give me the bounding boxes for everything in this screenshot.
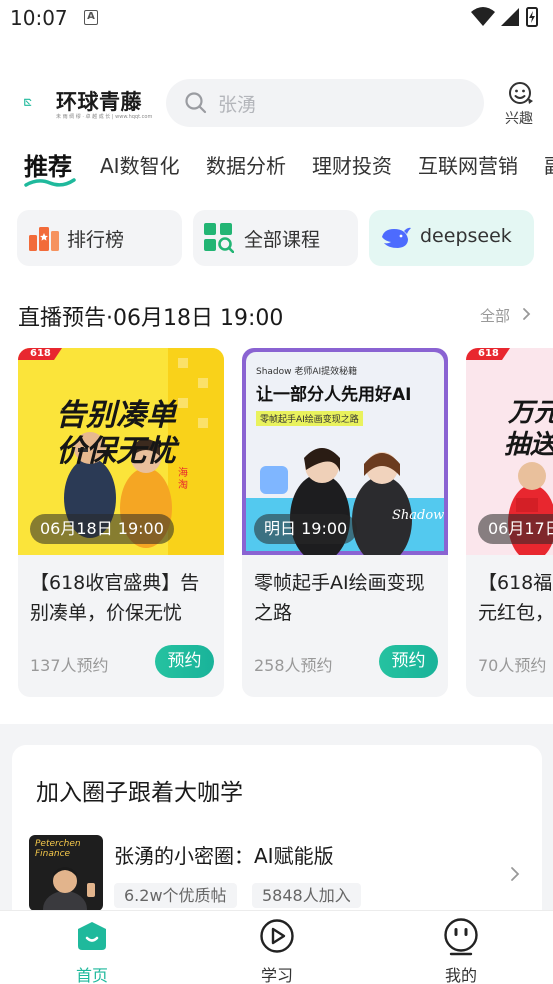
live-time: 06月18日 19:00: [30, 514, 174, 544]
live-time: 06月17日: [478, 514, 553, 544]
tab-data-analysis[interactable]: 数据分析: [206, 150, 286, 179]
circle-section-title: 加入圈子跟着大咖学: [36, 780, 243, 806]
chevron-right-icon[interactable]: [522, 307, 532, 321]
live-badge: 618: [478, 348, 499, 359]
live-section-title: 直播预告·06月18日 19:00: [18, 306, 284, 331]
tab-active-indicator: [24, 178, 76, 187]
nav-home-label: 首页: [75, 966, 108, 984]
logo-text: 环球青藤: [56, 90, 142, 114]
poster-top-text: Shadow 老师AI提效秘籍: [256, 367, 358, 377]
home-icon: [78, 922, 106, 950]
tab-finance[interactable]: 理财投资: [312, 150, 392, 179]
live-title: 【618福元红包，: [478, 572, 553, 624]
deepseek-whale-icon: [382, 227, 411, 248]
tab-more[interactable]: 副: [544, 150, 553, 179]
logo-icon[interactable]: [24, 88, 54, 118]
search-icon: [185, 92, 207, 114]
play-circle-icon: [260, 919, 294, 953]
live-time: 明日 19:00: [254, 514, 358, 544]
nav-mine[interactable]: 我的: [421, 916, 501, 984]
chevron-right-icon[interactable]: [510, 866, 520, 882]
nav-mine-label: 我的: [444, 966, 477, 984]
ranking-card[interactable]: 排行榜: [17, 210, 182, 266]
search-bar[interactable]: [166, 79, 484, 127]
all-courses-label: 全部课程: [244, 229, 321, 251]
reservation-count: 70人预约: [478, 656, 547, 675]
posts-count-chip: 6.2w个优质帖: [114, 883, 237, 908]
live-card[interactable]: 618 告别凑单 价保无忧 海淘 06月18日 19:00 【618收官盛典】告…: [18, 348, 224, 697]
nav-home[interactable]: 首页: [52, 916, 132, 984]
poster-headline-2: 抽送: [504, 430, 553, 460]
poster-headline-2: 零帧起手AI绘画变现之路: [256, 411, 363, 426]
interest-label[interactable]: 兴趣: [505, 108, 533, 128]
live-title: 零帧起手AI绘画变现之路: [254, 572, 425, 624]
reservation-count: 258人预约: [254, 656, 333, 675]
reserve-button[interactable]: 预约: [379, 645, 438, 678]
circle-thumbnail[interactable]: Peterchen Finance: [29, 835, 103, 911]
live-card[interactable]: Shadow 老师AI提效秘籍 让一部分人先用好AI 零帧起手AI绘画变现之路 …: [242, 348, 448, 697]
poster-side-label: 海淘: [178, 468, 188, 491]
live-badge: 618: [30, 348, 51, 359]
live-card[interactable]: 618 万元 抽送 06月17日 【618福元红包， 70人预约: [466, 348, 553, 697]
interest-icon[interactable]: [508, 80, 534, 106]
members-count-chip: 5848人加入: [252, 883, 361, 908]
ranking-icon: [29, 227, 59, 251]
nav-study-label: 学习: [260, 966, 293, 984]
logo-subtitle: 未 雨 绸 缪 · 卓 越 成 长 | www.hqqt.com: [56, 114, 153, 120]
all-courses-card[interactable]: 全部课程: [193, 210, 358, 266]
poster-signature: Shadow: [392, 508, 445, 523]
signal-icon: [501, 8, 519, 26]
thumbnail-text: Peterchen Finance: [35, 839, 81, 859]
deepseek-label: deepseek: [420, 225, 512, 247]
wifi-icon: [471, 7, 495, 26]
status-time: 10:07: [10, 6, 68, 30]
app-screen: 10:07 A 环球青藤 未 雨 绸 缪 · 卓 越 成 长 | www.hqq…: [0, 0, 553, 984]
poster-headline-2: 价保无忧: [56, 434, 176, 469]
tab-ai[interactable]: AI数智化: [100, 150, 180, 179]
reserve-button[interactable]: 预约: [155, 645, 214, 678]
notification-icon: A: [84, 10, 98, 25]
search-placeholder: 张湧: [218, 94, 257, 116]
profile-face-icon: [444, 918, 478, 956]
all-courses-icon: [204, 223, 234, 253]
see-all-link[interactable]: 全部: [480, 305, 510, 326]
tab-internet-marketing[interactable]: 互联网营销: [418, 150, 518, 179]
deepseek-card[interactable]: deepseek: [369, 210, 534, 266]
live-title: 【618收官盛典】告别凑单，价保无忧: [30, 572, 200, 624]
status-icons: [471, 7, 538, 27]
circle-name[interactable]: 张湧的小密圈：AI赋能版: [114, 840, 334, 869]
ranking-label: 排行榜: [67, 229, 125, 251]
reservation-count: 137人预约: [30, 656, 109, 675]
nav-study[interactable]: 学习: [237, 916, 317, 984]
poster-headline-1: 让一部分人先用好AI: [256, 385, 412, 405]
